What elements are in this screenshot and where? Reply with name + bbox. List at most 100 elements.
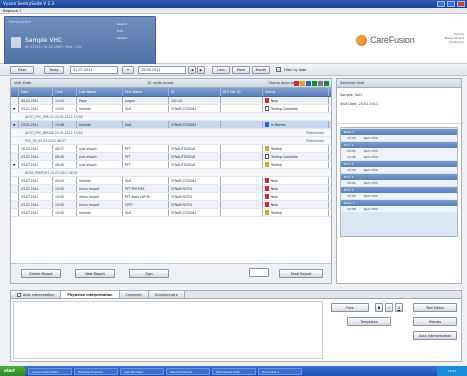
delete-report-button[interactable]: Delete Report bbox=[21, 269, 61, 278]
minimize-icon[interactable] bbox=[437, 1, 445, 7]
column-header[interactable]: First Name bbox=[123, 88, 169, 96]
selected-visit-panel: Selected Visit Sample, Sol1 Visit Date: … bbox=[336, 78, 462, 284]
visit-cell-last: JLab Import bbox=[77, 161, 123, 168]
start-button[interactable]: start bbox=[0, 366, 26, 376]
filter-button[interactable]: Filter bbox=[10, 66, 34, 74]
font-button[interactable]: Font bbox=[331, 303, 369, 312]
taskbar-task[interactable]: SentrySuite Help bbox=[212, 367, 256, 375]
report-count-field[interactable] bbox=[249, 268, 269, 277]
column-header[interactable]: ATS Std. ID bbox=[221, 88, 263, 96]
expand-icon[interactable] bbox=[11, 193, 19, 200]
close-icon[interactable] bbox=[457, 1, 465, 7]
visit-row[interactable]: 18.03.2011 08:37 JLab Import PFT CFNAJ-RT000… bbox=[11, 145, 331, 153]
column-header[interactable]: Date bbox=[19, 88, 53, 96]
italic-button[interactable]: I bbox=[385, 303, 393, 312]
new-report-button[interactable]: New Report bbox=[75, 269, 115, 278]
sign-button[interactable]: Sign bbox=[129, 269, 169, 278]
expand-icon[interactable]: ▼ bbox=[11, 105, 19, 112]
visit-row[interactable]: 23.07.2011 10:00 Vmax Import CPET CFNAR-Y070… bbox=[11, 201, 331, 209]
column-header[interactable] bbox=[11, 88, 19, 96]
auto-interpretation-button[interactable]: Auto Interpretation bbox=[413, 331, 457, 340]
expand-icon[interactable] bbox=[11, 97, 19, 104]
expand-icon[interactable]: ▼ bbox=[11, 121, 19, 128]
test-item[interactable]: 13:55 Spiro PVC bbox=[341, 193, 457, 199]
test-item-time: 13:55 bbox=[347, 194, 356, 198]
text-editor-button[interactable]: Text Editor bbox=[413, 303, 457, 312]
test-item[interactable]: 13:58 Spiro PVC bbox=[341, 206, 457, 212]
expand-icon[interactable] bbox=[11, 153, 19, 160]
visit-row[interactable]: 23.07.2011 10:00 Vmax Import PFT PRE RES CFN… bbox=[11, 185, 331, 193]
visit-row[interactable]: 04.02.2011 15:00 Pope Jurgen 101101 New bbox=[11, 97, 331, 105]
previous-button[interactable]: ◀ bbox=[188, 66, 196, 74]
filter-by-date-checkbox[interactable] bbox=[276, 67, 282, 73]
expand-icon[interactable] bbox=[11, 209, 19, 216]
interpretation-editor[interactable] bbox=[13, 301, 323, 359]
visit-cell-time: 08:37 bbox=[53, 145, 77, 152]
taskbar-task[interactable]: Vyaire SentrySuite bbox=[28, 367, 72, 375]
month-button[interactable]: Month bbox=[252, 66, 270, 74]
tab-0[interactable]: Auto interpretation bbox=[11, 291, 62, 298]
visit-cell-id: CFNAJ-RT00018 bbox=[169, 153, 221, 160]
test-item[interactable]: 13:52 Spiro PVC bbox=[341, 180, 457, 186]
visit-row[interactable]: 23.07.2011 10:00 Vmax Import PFT Body Diff … bbox=[11, 193, 331, 201]
visit-row[interactable]: 23.07.2011 10:00 Sample Sol1 CFNAR-0702081 Te… bbox=[11, 209, 331, 217]
column-header[interactable]: Time bbox=[53, 88, 77, 96]
test-item[interactable]: 13:45 Spiro PVC bbox=[341, 154, 457, 160]
header-link[interactable]: CareFusion bbox=[445, 40, 464, 44]
test-row[interactable]: BODY_PREPOST 23.07.2011 08:51 bbox=[11, 169, 331, 177]
today-button[interactable]: Today bbox=[44, 66, 64, 74]
tab-2[interactable]: Comment bbox=[119, 291, 149, 298]
test-row[interactable]: AUTO_PVC_PRE-01 23.01.2011 13:56 bbox=[11, 113, 331, 121]
taskbar-task[interactable]: Visit Manager bbox=[120, 367, 164, 375]
visit-row[interactable]: 23.07.2011 08:40 JLab Import PFT CFNAJ-RT000… bbox=[11, 153, 331, 161]
expand-icon[interactable]: ▼ bbox=[11, 161, 19, 168]
taskbar-task[interactable]: Windows Explorer bbox=[74, 367, 118, 375]
visit-row[interactable]: ▼ 23.01.2011 13:48 Sample Sol1 CFNAR-0702081 I… bbox=[11, 121, 331, 129]
expand-icon[interactable] bbox=[11, 185, 19, 192]
patient-icon bbox=[11, 37, 21, 48]
column-header[interactable]: ID bbox=[169, 88, 221, 96]
visit-cell-ats bbox=[221, 97, 263, 104]
patient-edit-link[interactable]: Edit bbox=[117, 28, 151, 35]
column-header[interactable]: Status bbox=[263, 88, 329, 96]
menu-item[interactable]: Replace ? bbox=[3, 8, 21, 13]
column-header[interactable]: Last Name bbox=[77, 88, 123, 96]
test-item[interactable]: 13:43 Spiro PVC bbox=[341, 135, 457, 141]
taskbar-task[interactable]: Report Designer bbox=[166, 367, 210, 375]
date-to-field[interactable]: 25.08.2011 bbox=[138, 66, 186, 74]
patient-search-link[interactable]: Search bbox=[117, 21, 151, 28]
taskbar-task[interactable]: Document 1 bbox=[258, 367, 302, 375]
test-row[interactable]: AUTO_PVC_BRDGE 23.01.2011 13:50 Prelimina… bbox=[11, 129, 331, 137]
visit-row[interactable]: ▼ 23.07.2011 08:40 JLab Import PFT CFNAJ-RT00… bbox=[11, 161, 331, 169]
expand-icon[interactable] bbox=[11, 177, 19, 184]
auto-interp-checkbox[interactable] bbox=[17, 292, 21, 297]
date-from-field[interactable]: 01.07.2011 bbox=[70, 66, 118, 74]
underline-button[interactable]: U bbox=[395, 303, 403, 312]
test-item[interactable]: 13:50 Spiro PVC bbox=[341, 167, 457, 173]
visit-row[interactable]: ▼ 23.01.2011 13:55 Sample Sol1 CFNAR-0702081 T… bbox=[11, 105, 331, 113]
more-button[interactable]: More bbox=[232, 66, 250, 74]
tab-1[interactable]: Physician interpretation bbox=[61, 291, 120, 298]
maximize-icon[interactable] bbox=[447, 1, 455, 7]
test-item-type: Spiro PVC bbox=[363, 168, 379, 172]
less-button[interactable]: Less bbox=[212, 66, 230, 74]
templates-button[interactable]: Templates bbox=[347, 317, 391, 326]
status-cell: Testing bbox=[263, 145, 329, 152]
bold-button[interactable]: B bbox=[375, 303, 383, 312]
next-button[interactable]: ▶ bbox=[197, 66, 205, 74]
patient-link[interactable]: Patient bbox=[117, 35, 151, 42]
date-picker-button[interactable]: ▾ bbox=[122, 66, 134, 74]
format-toolbar: Font B I U Text Editor Templates Macros … bbox=[331, 301, 461, 359]
patient-card[interactable]: Demo patient Sample VHC ID: 12345 / 01.0… bbox=[4, 16, 156, 70]
expand-icon[interactable] bbox=[11, 145, 19, 152]
visit-row[interactable]: 23.07.2011 09:33 Sample Sol1 CFNAR-0702081 Ne… bbox=[11, 177, 331, 185]
status-text: Testing bbox=[271, 211, 282, 215]
expand-icon[interactable] bbox=[11, 201, 19, 208]
test-row[interactable]: VOL_PV_05.03.2011 08:37 Preliminary bbox=[11, 137, 331, 145]
visit-cell-first: CPET bbox=[123, 201, 169, 208]
macros-button[interactable]: Macros bbox=[413, 317, 457, 326]
brand-name: CareFusion bbox=[370, 35, 415, 45]
tab-3[interactable]: Questionnaire bbox=[148, 291, 185, 298]
send-report-button[interactable]: Send Report bbox=[279, 269, 323, 278]
visit-table-body: 04.02.2011 15:00 Pope Jurgen 101101 New ▼ 23.01… bbox=[11, 97, 331, 217]
